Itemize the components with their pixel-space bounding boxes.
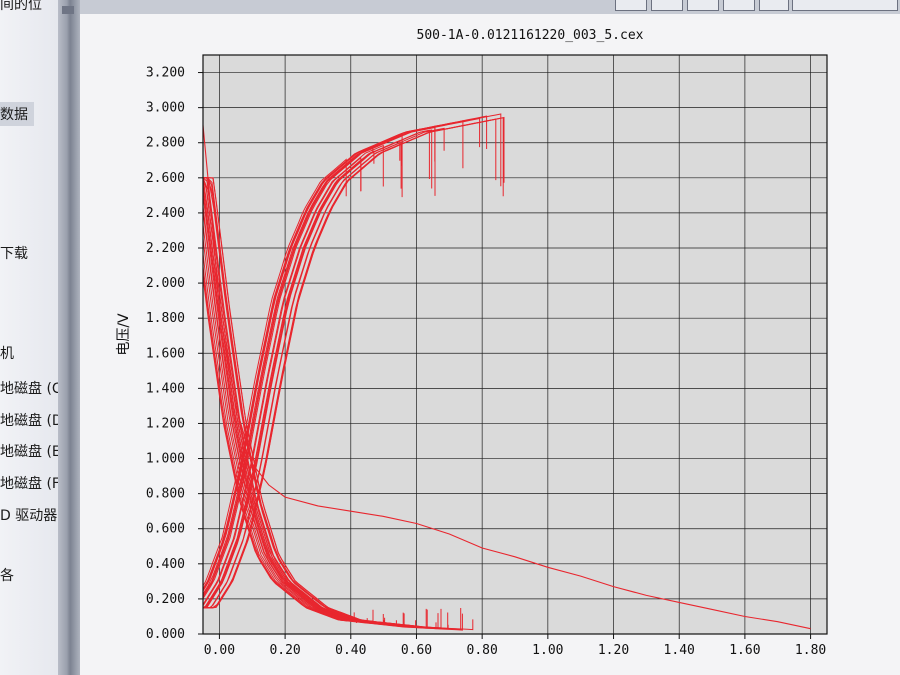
x-tick-label: 0.80: [467, 643, 498, 658]
y-tick-label: 1.000: [146, 452, 185, 467]
y-tick-label: 0.200: [146, 592, 185, 607]
toolbar-button-5[interactable]: [759, 0, 789, 11]
y-tick-label: 2.400: [146, 206, 185, 221]
plot-background: [203, 55, 827, 634]
x-tick-label: 0.00: [204, 643, 235, 658]
voltage-chart: 500-1A-0.0121161220_003_5.cex 0.0000.200…: [80, 14, 900, 675]
toolbar-button-2[interactable]: [651, 0, 683, 11]
nav-item-drive-c[interactable]: 地磁盘 (C:): [0, 378, 58, 398]
toolbar-button-6[interactable]: [792, 0, 898, 11]
y-tick-label: 0.400: [146, 557, 185, 572]
screen: 间的位 数据 下载 机 地磁盘 (C:) 地磁盘 (D:) 地磁盘 (E:) 地…: [0, 0, 900, 675]
nav-item-location[interactable]: 间的位: [0, 0, 42, 14]
x-tick-label: 1.40: [664, 643, 695, 658]
file-explorer-panel: 间的位 数据 下载 机 地磁盘 (C:) 地磁盘 (D:) 地磁盘 (E:) 地…: [0, 0, 59, 675]
panel-splitter[interactable]: [58, 0, 80, 675]
y-tick-label: 1.800: [146, 311, 185, 326]
nav-item-misc[interactable]: 各: [0, 565, 14, 585]
y-axis-label: 电压/V: [116, 313, 132, 356]
y-tick-label: 1.600: [146, 346, 185, 361]
nav-item-drive-d[interactable]: 地磁盘 (D:): [0, 410, 58, 430]
chart-title: 500-1A-0.0121161220_003_5.cex: [417, 28, 644, 43]
nav-item-drive-k[interactable]: D 驱动器 (K: [0, 505, 58, 525]
x-tick-label: 1.20: [598, 643, 629, 658]
y-tick-label: 3.200: [146, 66, 185, 81]
plot-area: [203, 55, 827, 634]
x-tick-label: 0.60: [401, 643, 432, 658]
nav-item-computer[interactable]: 机: [0, 343, 14, 363]
x-tick-label: 0.20: [269, 643, 300, 658]
y-tick-label: 1.400: [146, 381, 185, 396]
nav-item-data[interactable]: 数据: [0, 102, 34, 126]
y-tick-label: 0.800: [146, 487, 185, 502]
x-tick-label: 1.80: [795, 643, 826, 658]
y-tick-label: 2.000: [146, 276, 185, 291]
y-tick-label: 2.600: [146, 171, 185, 186]
toolbar-button-1[interactable]: [615, 0, 647, 11]
nav-item-downloads[interactable]: 下载: [0, 243, 28, 263]
toolbar-button-3[interactable]: [687, 0, 719, 11]
y-tick-label: 2.200: [146, 241, 185, 256]
x-tick-label: 1.60: [729, 643, 760, 658]
toolbar-button-4[interactable]: [723, 0, 755, 11]
nav-item-drive-f[interactable]: 地磁盘 (F:): [0, 473, 58, 493]
nav-item-drive-e[interactable]: 地磁盘 (E:): [0, 441, 58, 461]
toolbar: [80, 0, 900, 15]
x-tick-label: 0.40: [335, 643, 366, 658]
y-tick-label: 0.000: [146, 627, 185, 642]
x-tick-label: 1.00: [532, 643, 563, 658]
y-tick-label: 0.600: [146, 522, 185, 537]
y-tick-label: 3.000: [146, 101, 185, 116]
splitter-grip-icon: [62, 6, 74, 14]
y-tick-label: 1.200: [146, 416, 185, 431]
y-tick-label: 2.800: [146, 136, 185, 151]
